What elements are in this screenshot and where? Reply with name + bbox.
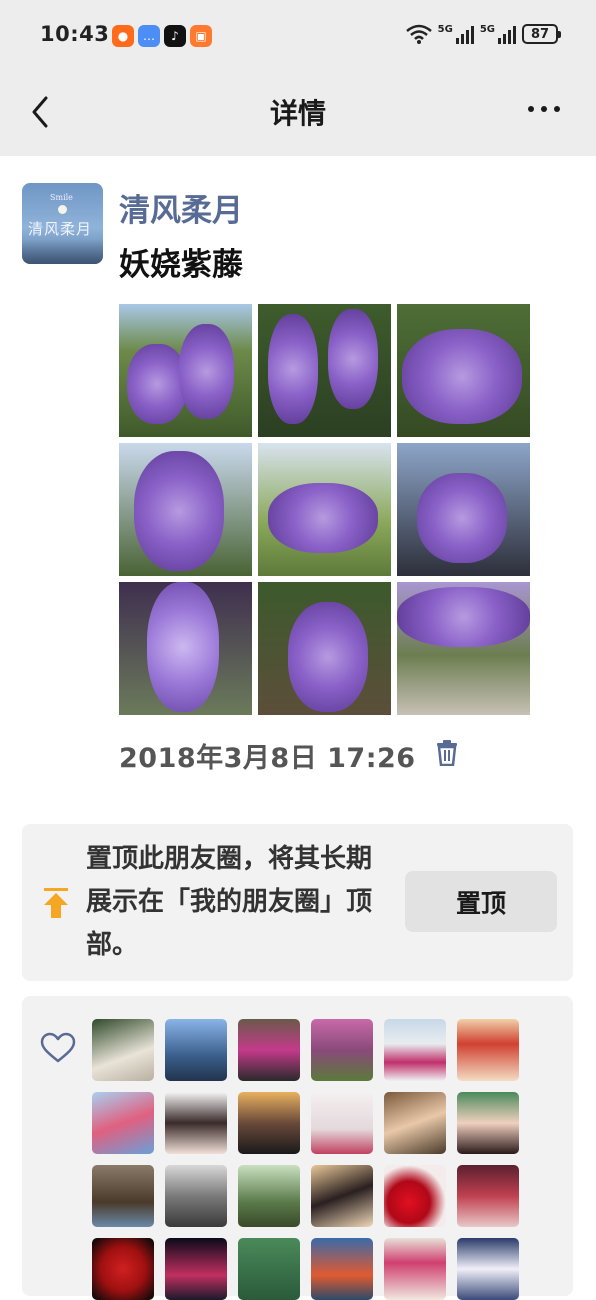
more-dots-icon[interactable] bbox=[528, 106, 560, 112]
liker-avatar[interactable] bbox=[311, 1092, 373, 1154]
liker-avatar[interactable] bbox=[311, 1019, 373, 1081]
liker-avatar[interactable] bbox=[384, 1092, 446, 1154]
photo-thumbnail[interactable] bbox=[119, 304, 252, 437]
status-bar: 10:43 ● … ♪ ▣ 5G 5G 87 bbox=[0, 0, 596, 70]
liker-avatar[interactable] bbox=[165, 1019, 227, 1081]
pin-description: 置顶此朋友圈，将其长期展示在「我的朋友圈」顶部。 bbox=[86, 844, 373, 960]
liker-avatar[interactable] bbox=[311, 1238, 373, 1300]
photo-thumbnail[interactable] bbox=[119, 582, 252, 715]
avatar-text: 清风柔月 bbox=[28, 220, 93, 238]
pin-top-button[interactable]: 置顶 bbox=[405, 871, 557, 932]
system-icons: 5G 5G 87 bbox=[405, 24, 561, 44]
photo-thumbnail[interactable] bbox=[258, 443, 391, 576]
liker-avatar[interactable] bbox=[457, 1238, 519, 1300]
photo-thumbnail[interactable] bbox=[397, 443, 530, 576]
liker-avatar[interactable] bbox=[311, 1165, 373, 1227]
liker-avatar[interactable] bbox=[92, 1165, 154, 1227]
wifi-icon bbox=[405, 24, 432, 44]
photo-thumbnail[interactable] bbox=[397, 582, 530, 715]
username[interactable]: 清风柔月 bbox=[119, 185, 243, 230]
liker-avatar[interactable] bbox=[92, 1019, 154, 1081]
trash-icon[interactable] bbox=[436, 740, 458, 766]
tiktok-app-icon: ♪ bbox=[164, 25, 186, 47]
likes-section bbox=[22, 996, 573, 1300]
photo-thumbnail[interactable] bbox=[119, 443, 252, 576]
liker-avatar[interactable] bbox=[238, 1019, 300, 1081]
pin-to-top-card: 置顶此朋友圈，将其长期展示在「我的朋友圈」顶部。 置顶 bbox=[22, 824, 573, 981]
battery-level: 87 bbox=[530, 26, 550, 42]
post-text: 妖娆紫藤 bbox=[119, 247, 243, 283]
liker-avatar[interactable] bbox=[457, 1019, 519, 1081]
liker-avatars bbox=[92, 1019, 519, 1300]
cell-signal-icon: 5G bbox=[438, 24, 474, 44]
liker-avatar[interactable] bbox=[238, 1092, 300, 1154]
liker-avatar[interactable] bbox=[238, 1165, 300, 1227]
shop-app-icon: ▣ bbox=[190, 25, 212, 47]
liker-avatar[interactable] bbox=[384, 1165, 446, 1227]
avatar-branch-decoration bbox=[22, 239, 103, 264]
news-app-icon: ● bbox=[112, 25, 134, 47]
heart-outline-icon bbox=[40, 1032, 76, 1063]
liker-avatar[interactable] bbox=[457, 1165, 519, 1227]
network-type-label: 5G bbox=[479, 24, 495, 35]
pin-top-icon bbox=[44, 888, 68, 918]
photo-thumbnail[interactable] bbox=[258, 304, 391, 437]
chat-bubble-app-icon: … bbox=[138, 25, 160, 47]
liker-avatar[interactable] bbox=[384, 1019, 446, 1081]
liker-avatar[interactable] bbox=[92, 1092, 154, 1154]
photo-thumbnail[interactable] bbox=[258, 582, 391, 715]
cell-signal-icon: 5G bbox=[480, 24, 516, 44]
photo-grid bbox=[119, 304, 530, 715]
avatar[interactable]: Smile 清风柔月 bbox=[22, 183, 103, 264]
battery-icon: 87 bbox=[522, 24, 561, 44]
liker-avatar[interactable] bbox=[165, 1165, 227, 1227]
liker-avatar[interactable] bbox=[457, 1092, 519, 1154]
liker-avatar[interactable] bbox=[92, 1238, 154, 1300]
network-type-label: 5G bbox=[437, 24, 453, 35]
liker-avatar[interactable] bbox=[165, 1092, 227, 1154]
post-timestamp: 2018年3月8日 17:26 bbox=[119, 743, 416, 774]
moon-icon bbox=[58, 205, 67, 214]
liker-avatar[interactable] bbox=[384, 1238, 446, 1300]
nav-bar: 详情 bbox=[0, 70, 596, 156]
liker-avatar[interactable] bbox=[165, 1238, 227, 1300]
photo-thumbnail[interactable] bbox=[397, 304, 530, 437]
notification-icons: ● … ♪ ▣ bbox=[112, 25, 212, 47]
liker-avatar[interactable] bbox=[238, 1238, 300, 1300]
status-time: 10:43 bbox=[40, 22, 110, 46]
page-title: 详情 bbox=[269, 97, 326, 130]
avatar-caption: Smile bbox=[50, 193, 73, 202]
